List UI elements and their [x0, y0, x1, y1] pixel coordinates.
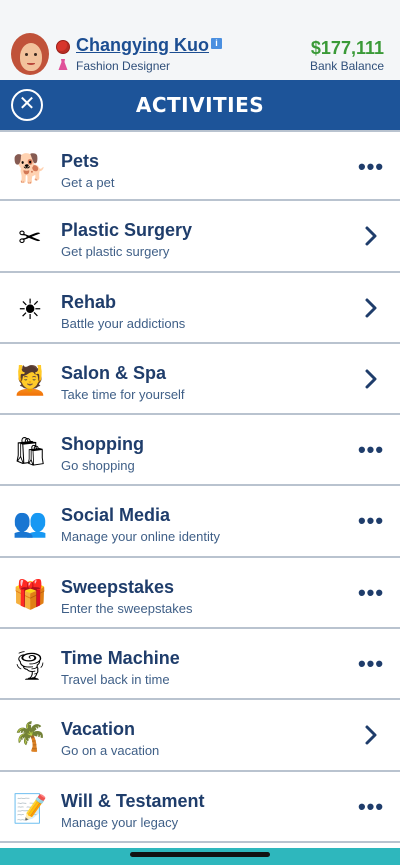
- spa-person-icon: 💆: [12, 364, 48, 396]
- chevron-right-icon[interactable]: [356, 223, 386, 249]
- more-options-icon[interactable]: •••: [356, 794, 386, 820]
- activity-description: Battle your addictions: [61, 315, 186, 331]
- activity-row[interactable]: 🛍 Shopping Go shopping •••: [0, 415, 400, 487]
- shopping-bags-icon: 🛍: [12, 436, 48, 468]
- player-name-link[interactable]: Changying Kuo: [76, 35, 209, 56]
- avatar-face: [20, 43, 42, 71]
- activity-row[interactable]: 🌴 Vacation Go on a vacation: [0, 700, 400, 772]
- activity-label: Pets: [61, 151, 100, 171]
- activity-row[interactable]: 👥 Social Media Manage your online identity…: [0, 486, 400, 558]
- bank-balance-label: Bank Balance: [309, 59, 384, 73]
- chevron-right-icon[interactable]: [356, 722, 386, 748]
- people-silhouette-icon: 👥: [12, 507, 48, 539]
- activity-label: Sweepstakes: [61, 576, 175, 597]
- document-pen-icon: 📝: [12, 792, 48, 824]
- activity-description: Go shopping: [61, 458, 135, 474]
- avatar-mouth: [27, 62, 35, 65]
- activity-list: 🐕 Pets Get a pet ••• ✂ Plastic Surgery Get pla…: [0, 130, 400, 843]
- more-options-icon[interactable]: •••: [356, 508, 386, 534]
- activity-row[interactable]: 🐕 Pets Get a pet •••: [0, 130, 400, 202]
- activity-row[interactable]: 🌪 Time Machine Travel back in time •••: [0, 629, 400, 701]
- activity-row[interactable]: 💆 Salon & Spa Take time for yourself: [0, 343, 400, 416]
- activity-row[interactable]: 🎁 Sweepstakes Enter the sweepstakes •••: [0, 557, 400, 630]
- activity-description: Take time for yourself: [61, 386, 185, 402]
- tornado-icon: 🌪: [12, 650, 48, 682]
- activity-label: Vacation: [61, 719, 136, 740]
- activity-description: Travel back in time: [61, 672, 170, 688]
- chevron-right-icon[interactable]: [356, 366, 386, 392]
- activity-description: Go on a vacation: [61, 743, 160, 759]
- activity-label: Shopping: [61, 434, 144, 455]
- activity-row[interactable]: 📝 Will & Testament Manage your legacy •••: [0, 771, 400, 843]
- activity-row[interactable]: ✂ Plastic Surgery Get plastic surgery: [0, 201, 400, 273]
- status-dot-icon: [56, 40, 70, 54]
- sun-icon: ☀: [17, 293, 43, 325]
- activity-label: Plastic Surgery: [61, 220, 193, 241]
- bank-balance-amount: $177,111: [310, 38, 384, 58]
- activity-label: Time Machine: [61, 648, 180, 669]
- avatar-eye: [25, 53, 28, 56]
- more-options-icon[interactable]: •••: [356, 154, 386, 180]
- activity-description: Get plastic surgery: [61, 244, 170, 260]
- more-options-icon[interactable]: •••: [356, 437, 386, 463]
- occupation-label: Fashion Designer: [76, 59, 171, 73]
- activity-label: Will & Testament: [61, 790, 205, 811]
- activity-description: Manage your legacy: [61, 814, 179, 830]
- activity-row[interactable]: ☀ Rehab Battle your addictions: [0, 272, 400, 344]
- activity-description: Manage your online identity: [61, 529, 220, 545]
- home-indicator[interactable]: [130, 852, 270, 857]
- activity-label: Salon & Spa: [61, 362, 167, 383]
- more-options-icon[interactable]: •••: [356, 651, 386, 677]
- page-title: ACTIVITIES: [135, 93, 265, 117]
- activity-label: Social Media: [61, 505, 171, 526]
- chevron-right-icon[interactable]: [356, 295, 386, 321]
- activities-titlebar: ✕ ACTIVITIES: [0, 80, 400, 130]
- avatar-eye: [34, 53, 37, 56]
- more-options-icon[interactable]: •••: [356, 580, 386, 606]
- avatar[interactable]: [11, 33, 49, 75]
- activity-label: Rehab: [61, 291, 117, 312]
- activity-description: Enter the sweepstakes: [61, 600, 193, 616]
- palm-tree-icon: 🌴: [12, 721, 48, 753]
- dress-icon: [58, 59, 68, 70]
- profile-header: Changying Kuo i Fashion Designer $177,11…: [0, 0, 400, 80]
- activity-description: Get a pet: [61, 175, 115, 190]
- gift-icon: 🎁: [12, 578, 48, 610]
- info-icon[interactable]: i: [211, 38, 222, 49]
- dog-icon: 🐕: [12, 153, 48, 184]
- scissors-icon: ✂: [18, 222, 42, 254]
